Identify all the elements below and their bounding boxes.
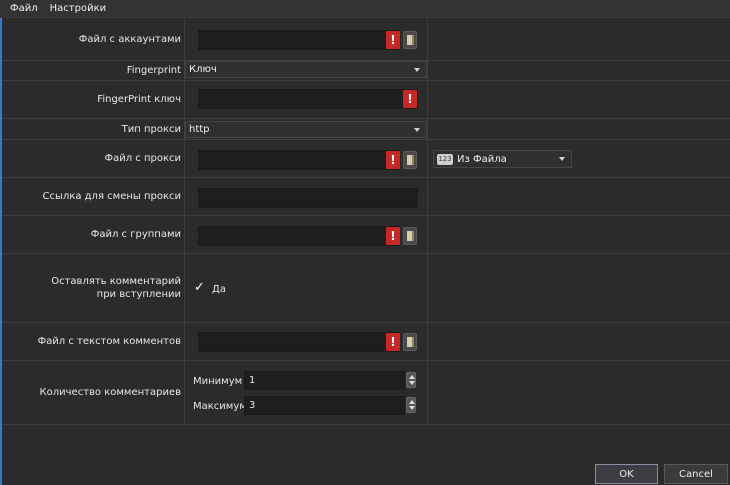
fingerprint-key-error-icon: ! <box>403 90 417 108</box>
cancel-button[interactable]: Cancel <box>664 464 728 484</box>
proxy-change-link-input[interactable] <box>198 188 418 208</box>
min-spinner[interactable] <box>406 372 416 388</box>
proxy-type-select-value: http <box>189 124 210 135</box>
settings-grid: Файл с аккаунтами Fingerprint FingerPrin… <box>2 18 730 425</box>
comments-count-label: Количество комментариев <box>39 387 181 398</box>
fingerprint-key-label: FingerPrint ключ <box>97 94 181 105</box>
menu-file[interactable]: Файл <box>4 3 44 14</box>
accounts-file-input[interactable] <box>198 30 400 50</box>
ok-button[interactable]: OK <box>595 464 658 484</box>
fingerprint-select[interactable]: Ключ <box>185 61 427 78</box>
chevron-down-icon <box>414 128 420 132</box>
proxy-source-select-value: Из Файла <box>457 153 507 165</box>
proxy-type-select[interactable]: http <box>185 121 427 138</box>
comments-text-file-label: Файл с текстом комментов <box>37 336 181 347</box>
spin-up-icon[interactable] <box>409 400 415 404</box>
fingerprint-key-input[interactable] <box>198 89 418 109</box>
comments-text-file-input[interactable] <box>198 332 400 352</box>
chevron-down-icon <box>414 68 420 72</box>
spin-up-icon[interactable] <box>409 375 415 379</box>
row-leave-comment: Оставлять комментарий при вступлении <box>2 254 730 323</box>
accounts-file-browse-icon[interactable] <box>403 31 417 49</box>
spin-down-icon[interactable] <box>409 406 415 410</box>
proxy-source-select[interactable]: 123 Из Файла <box>433 150 572 168</box>
menu-settings[interactable]: Настройки <box>44 3 112 14</box>
proxy-file-label: Файл с прокси <box>104 153 181 164</box>
proxy-type-label: Тип прокси <box>121 123 181 135</box>
max-input[interactable] <box>244 396 405 415</box>
leave-comment-check-label: Да <box>212 284 226 295</box>
number-list-icon: 123 <box>437 153 453 165</box>
min-input[interactable] <box>244 371 405 390</box>
proxy-file-input[interactable] <box>198 150 400 170</box>
proxy-file-error-icon: ! <box>386 151 400 169</box>
fingerprint-select-value: Ключ <box>189 64 217 75</box>
max-spinner[interactable] <box>406 397 416 413</box>
proxy-file-browse-icon[interactable] <box>403 151 417 169</box>
max-label: Максимум <box>193 401 247 412</box>
groups-file-browse-icon[interactable] <box>403 227 417 245</box>
spin-down-icon[interactable] <box>409 381 415 385</box>
groups-file-label: Файл с группами <box>90 229 181 240</box>
accounts-file-label: Файл с аккаунтами <box>78 33 181 45</box>
leave-comment-checkbox[interactable]: ✓ <box>194 280 205 295</box>
leave-comment-label: Оставлять комментарий при вступлении <box>51 276 181 300</box>
accounts-file-error-icon: ! <box>386 31 400 49</box>
comments-text-file-browse-icon[interactable] <box>403 333 417 351</box>
proxy-change-link-label: Ссылка для смены прокси <box>42 191 181 202</box>
menu-bar: Файл Настройки <box>0 0 730 18</box>
fingerprint-label: Fingerprint <box>126 65 181 76</box>
groups-file-error-icon: ! <box>386 227 400 245</box>
chevron-down-icon <box>559 157 565 161</box>
min-label: Минимум <box>193 376 243 387</box>
groups-file-input[interactable] <box>198 226 400 246</box>
comments-text-file-error-icon: ! <box>386 333 400 351</box>
